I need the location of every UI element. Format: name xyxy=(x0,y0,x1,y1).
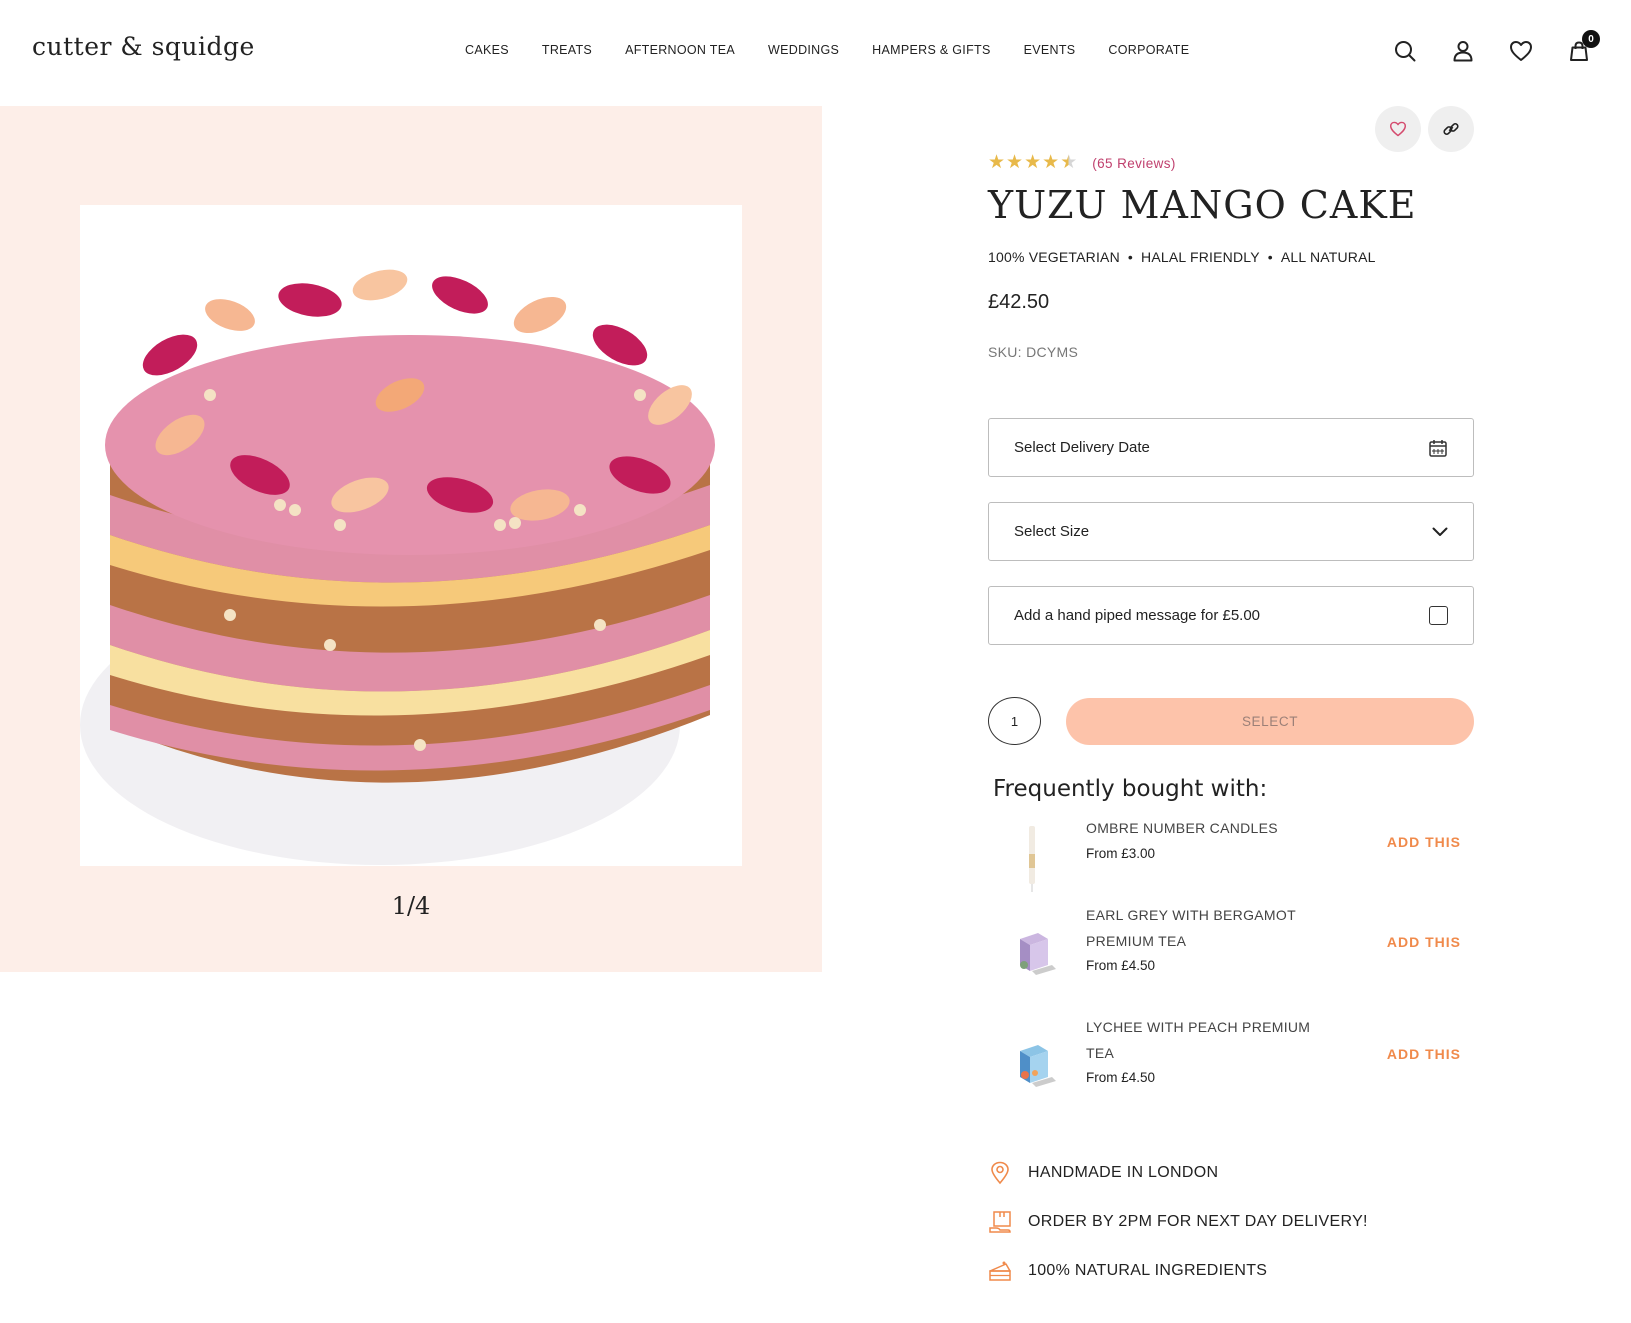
feature-delivery: ORDER BY 2PM FOR NEXT DAY DELIVERY! xyxy=(988,1210,1368,1234)
feature-text: 100% NATURAL INGREDIENTS xyxy=(1028,1262,1268,1279)
star-icon: ★ xyxy=(988,152,1006,173)
search-icon[interactable] xyxy=(1390,36,1420,66)
add-this-button[interactable]: ADD THIS xyxy=(1387,934,1461,950)
product-title: YUZU MANGO CAKE xyxy=(988,183,1417,227)
nav-treats[interactable]: TREATS xyxy=(542,43,592,57)
reviews-link[interactable]: (65 Reviews) xyxy=(1092,156,1176,171)
calendar-icon xyxy=(1429,439,1447,457)
delivery-date-label: Select Delivery Date xyxy=(1014,439,1150,456)
quantity-input[interactable]: 1 xyxy=(988,697,1041,745)
cart-count-badge: 0 xyxy=(1582,30,1600,48)
product-image[interactable] xyxy=(80,205,742,866)
item-name[interactable]: LYCHEE WITH PEACH PREMIUM TEA xyxy=(1086,1014,1326,1066)
item-price: From £4.50 xyxy=(1086,1070,1156,1085)
earl-grey-tea-thumbnail[interactable] xyxy=(993,916,1071,994)
size-select-label: Select Size xyxy=(1014,523,1090,540)
size-select[interactable]: Select Size xyxy=(988,502,1474,561)
cart-bag-icon[interactable]: 0 xyxy=(1564,30,1600,66)
candle-thumbnail[interactable] xyxy=(993,820,1071,898)
nav-weddings[interactable]: WEDDINGS xyxy=(768,43,839,57)
nav-cakes[interactable]: CAKES xyxy=(465,43,509,57)
link-icon xyxy=(1443,123,1459,135)
piped-message-option[interactable]: Add a hand piped message for £5.00 xyxy=(988,586,1474,645)
product-tags: 100% VEGETARIAN • HALAL FRIENDLY • ALL N… xyxy=(988,249,1376,265)
star-icon: ★ xyxy=(1006,152,1024,173)
piped-message-label: Add a hand piped message for £5.00 xyxy=(1014,607,1261,624)
tag-separator: • xyxy=(1267,249,1273,265)
lychee-peach-tea-thumbnail[interactable] xyxy=(993,1028,1071,1106)
item-price: From £3.00 xyxy=(1086,846,1156,861)
site-logo[interactable]: cutter & squidge xyxy=(32,32,255,61)
header-actions: 0 xyxy=(1390,30,1622,66)
select-button[interactable]: SELECT xyxy=(1066,698,1474,745)
account-icon[interactable] xyxy=(1448,36,1478,66)
item-price: From £4.50 xyxy=(1086,958,1156,973)
product-gallery[interactable]: 1/4 xyxy=(0,106,822,972)
copy-link-button[interactable] xyxy=(1428,106,1474,152)
frequently-bought-title: Frequently bought with: xyxy=(993,776,1268,802)
tag-halal: HALAL FRIENDLY xyxy=(1141,249,1260,265)
item-name[interactable]: OMBRE NUMBER CANDLES xyxy=(1086,815,1326,841)
star-icon: ★ xyxy=(1042,152,1060,173)
product-price: £42.50 xyxy=(988,291,1050,313)
nav-hampers-gifts[interactable]: HAMPERS & GIFTS xyxy=(872,43,990,57)
tag-separator: • xyxy=(1127,249,1134,265)
nav-events[interactable]: EVENTS xyxy=(1024,43,1076,57)
main-nav: CAKES TREATS AFTERNOON TEA WEDDINGS HAMP… xyxy=(465,43,1222,57)
add-this-button[interactable]: ADD THIS xyxy=(1387,834,1461,850)
star-icon: ★ xyxy=(1024,152,1042,173)
delivery-date-picker[interactable]: Select Delivery Date xyxy=(988,418,1474,477)
nav-afternoon-tea[interactable]: AFTERNOON TEA xyxy=(625,43,735,57)
delivery-box-icon xyxy=(988,1210,1012,1234)
location-pin-icon xyxy=(988,1161,1012,1185)
feature-natural: 100% NATURAL INGREDIENTS xyxy=(988,1259,1267,1283)
feature-text: ORDER BY 2PM FOR NEXT DAY DELIVERY! xyxy=(1028,1213,1368,1230)
heart-icon xyxy=(1390,121,1406,137)
half-star-icon: ★ xyxy=(1060,152,1078,173)
add-this-button[interactable]: ADD THIS xyxy=(1387,1046,1461,1062)
tag-natural: ALL NATURAL xyxy=(1280,249,1376,265)
feature-text: HANDMADE IN LONDON xyxy=(1028,1164,1219,1181)
product-rating[interactable]: ★ ★ ★ ★ ★ (65 Reviews) xyxy=(988,153,1176,173)
wishlist-heart-icon[interactable] xyxy=(1506,36,1536,66)
gallery-counter: 1/4 xyxy=(391,892,431,920)
chevron-down-icon xyxy=(1432,527,1448,536)
product-sku: SKU: DCYMS xyxy=(988,344,1079,360)
add-to-wishlist-button[interactable] xyxy=(1375,106,1421,152)
item-name[interactable]: EARL GREY WITH BERGAMOT PREMIUM TEA xyxy=(1086,902,1326,954)
cake-slice-icon xyxy=(988,1259,1012,1283)
nav-corporate[interactable]: CORPORATE xyxy=(1108,43,1189,57)
piped-message-checkbox[interactable] xyxy=(1429,606,1448,625)
tag-vegetarian: 100% VEGETARIAN xyxy=(988,249,1120,265)
feature-handmade: HANDMADE IN LONDON xyxy=(988,1161,1218,1185)
